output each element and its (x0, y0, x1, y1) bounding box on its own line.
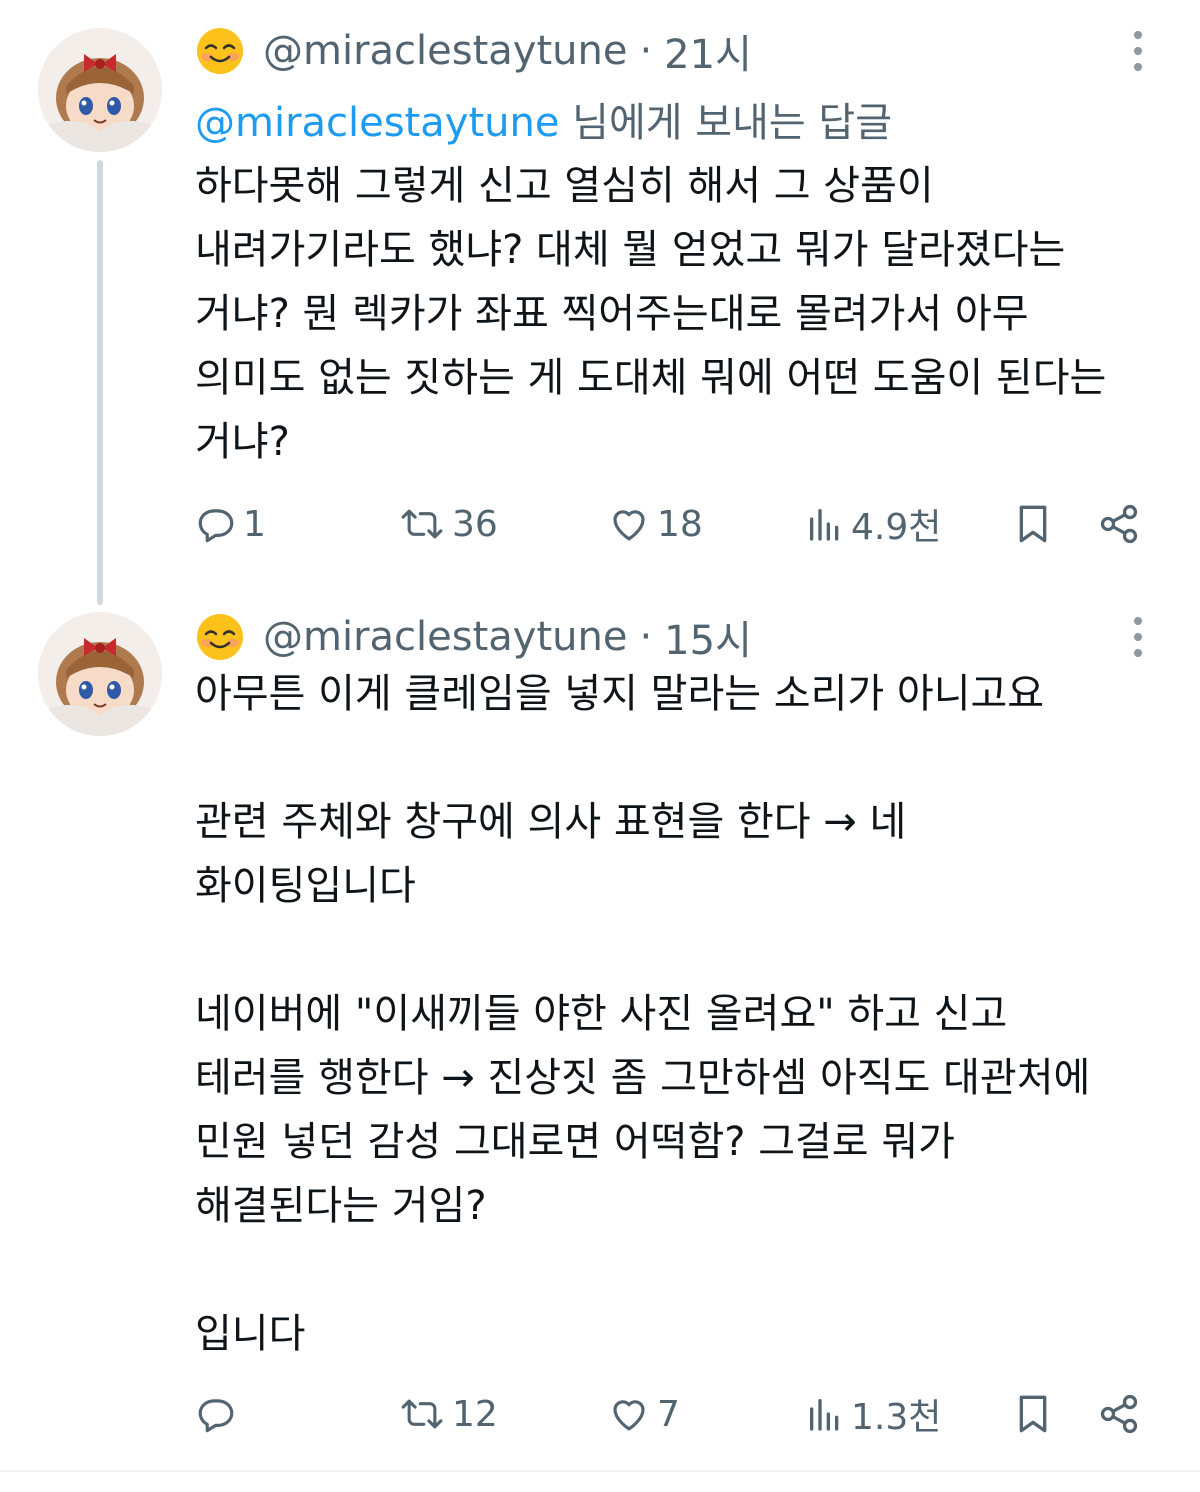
tweet-text: 하다못해 그렇게 신고 열심히 해서 그 상품이 내려가기라도 했냐? 대체 뭘… (195, 163, 1107, 465)
share-button[interactable] (1097, 494, 1141, 554)
avatar-image (38, 28, 162, 152)
bookmark-button[interactable] (1013, 494, 1053, 554)
retweet-button[interactable]: 12 (398, 1384, 498, 1444)
header-separator: · (639, 28, 653, 74)
bar-chart-icon (810, 509, 839, 541)
avatar-image (38, 612, 162, 736)
avatar[interactable] (38, 612, 162, 736)
retweet-count: 36 (452, 503, 498, 545)
retweet-button[interactable]: 36 (398, 494, 498, 554)
reply-to-suffix: 님에게 보내는 답글 (559, 100, 892, 146)
tweet-time[interactable]: 15시 (664, 608, 752, 666)
reply-to-mention[interactable]: @miraclestaytune (195, 100, 559, 146)
tweet-header: @miraclestaytune · 15시 (195, 610, 1140, 664)
bookmark-button[interactable] (1013, 1384, 1053, 1444)
views-button[interactable]: 4.9천 (805, 494, 941, 554)
speech-bubble-icon (198, 509, 234, 543)
share-nodes-icon (1100, 504, 1138, 544)
reply-button[interactable] (195, 1384, 243, 1444)
views-count: 1.3천 (851, 1397, 942, 1438)
reply-button[interactable]: 1 (195, 494, 266, 554)
like-button[interactable]: 18 (607, 494, 703, 554)
reply-count: 1 (243, 503, 266, 545)
thread-connector-line (97, 160, 103, 605)
share-button[interactable] (1097, 1384, 1141, 1444)
heart-icon (613, 510, 645, 541)
tweet-time[interactable]: 21시 (664, 22, 752, 80)
share-nodes-icon (1100, 1394, 1138, 1434)
smiling-face-emoji-icon (197, 614, 243, 660)
like-count: 18 (657, 503, 703, 545)
speech-bubble-icon (198, 1399, 234, 1433)
like-count: 7 (657, 1393, 680, 1435)
tweet-actions: 1 36 18 4.9천 (195, 494, 1160, 554)
retweet-count: 12 (452, 1393, 498, 1435)
user-handle[interactable]: @miraclestaytune (263, 28, 627, 74)
like-button[interactable]: 7 (607, 1384, 680, 1444)
views-button[interactable]: 1.3천 (805, 1384, 941, 1444)
more-options-icon[interactable] (1126, 24, 1150, 78)
views-count: 4.9천 (851, 507, 942, 548)
retweet-arrows-icon (401, 509, 443, 539)
bookmark-icon (1019, 505, 1047, 543)
retweet-arrows-icon (401, 1399, 443, 1429)
tweet-actions: 12 7 1.3천 (195, 1384, 1160, 1444)
more-options-icon[interactable] (1126, 610, 1150, 664)
header-separator: · (639, 614, 653, 660)
bar-chart-icon (810, 1399, 839, 1431)
tweet-header: @miraclestaytune · 21시 (195, 24, 1140, 78)
bottom-divider (0, 1470, 1200, 1472)
reply-to-line: @miraclestaytune 님에게 보내는 답글 (195, 90, 892, 148)
user-handle[interactable]: @miraclestaytune (263, 614, 627, 660)
heart-icon (613, 1400, 645, 1431)
tweet-text: 아무튼 이게 클레임을 넣지 말라는 소리가 아니고요 관련 주체와 창구에 의… (195, 671, 1091, 1357)
smiling-face-emoji-icon (197, 28, 243, 74)
avatar[interactable] (38, 28, 162, 152)
tweet-1[interactable]: @miraclestaytune · 21시 @miraclestaytune … (0, 0, 1200, 605)
bookmark-icon (1019, 1395, 1047, 1433)
